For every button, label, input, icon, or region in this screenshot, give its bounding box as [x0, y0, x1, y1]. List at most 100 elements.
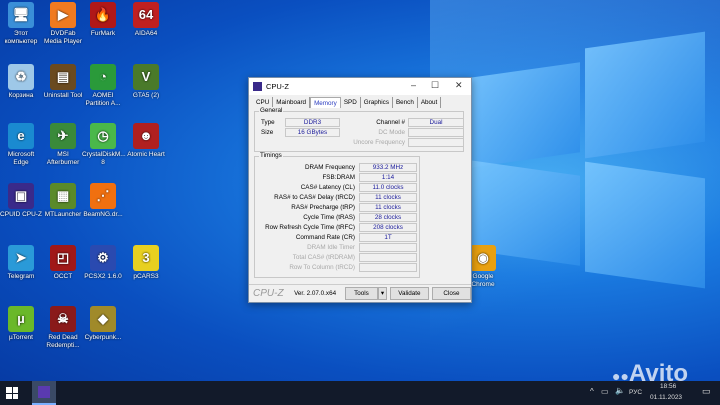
window-title: CPU-Z: [266, 82, 289, 91]
desktop-icon[interactable]: ▣ CPUID CPU-Z: [0, 183, 42, 219]
icon-label: Cyberpunk...: [84, 334, 122, 341]
icon-label: Этот компьютер: [4, 30, 38, 45]
windows-logo-pane: [585, 31, 705, 159]
clock-date[interactable]: 01.11.2023: [650, 394, 682, 401]
app-icon: ◆: [90, 306, 116, 332]
network-icon[interactable]: ▭: [601, 387, 609, 396]
size-label: Size: [261, 129, 274, 136]
dc-mode-label: DC Mode: [378, 129, 405, 136]
tab-memory[interactable]: Memory: [310, 97, 341, 108]
desktop-icon[interactable]: ▤ Uninstall Tool: [42, 64, 84, 100]
tab-spd[interactable]: SPD: [341, 97, 361, 108]
app-icon: 3: [133, 245, 159, 271]
app-icon: e: [8, 123, 34, 149]
timing-value: 208 clocks: [359, 223, 417, 232]
app-icon: ▤: [50, 64, 76, 90]
desktop-icon[interactable]: ⚙ PCSX2 1.6.0: [82, 245, 124, 281]
timing-label: RAS# to CAS# Delay (tRCD): [274, 194, 355, 201]
desktop-icon[interactable]: 🔥 FurMark: [82, 2, 124, 38]
desktop-icon[interactable]: ♻ Корзина: [0, 64, 42, 100]
desktop-icon[interactable]: V GTA5 (2): [125, 64, 167, 100]
volume-icon[interactable]: 🔈: [615, 386, 625, 395]
language-indicator[interactable]: РУС: [629, 389, 642, 396]
desktop-icon[interactable]: ✈ MSI Afterburner: [42, 123, 84, 167]
timing-value: 1:14: [359, 173, 417, 182]
app-icon: ⋰: [90, 183, 116, 209]
timing-row: FSB:DRAM 1:14: [257, 173, 417, 182]
icon-label: MSI Afterburner: [46, 151, 80, 166]
desktop-icon[interactable]: ☠ Red Dead Redempti...: [42, 306, 84, 350]
tools-dropdown-icon[interactable]: ▾: [378, 287, 387, 300]
timing-label: FSB:DRAM: [322, 174, 355, 181]
desktop-icon[interactable]: ▶ DVDFab Media Player: [42, 2, 84, 46]
timing-value: 11.0 clocks: [359, 183, 417, 192]
timing-row: DRAM Frequency 933.2 MHz: [257, 163, 417, 172]
timing-label: Row Refresh Cycle Time (tRFC): [265, 224, 355, 231]
taskbar-cpuz-button[interactable]: [32, 381, 56, 405]
app-icon: ◷: [90, 123, 116, 149]
minimize-icon[interactable]: –: [411, 80, 416, 90]
desktop-icon[interactable]: µ µTorrent: [0, 306, 42, 342]
icon-label: AIDA64: [134, 30, 158, 37]
desktop-icon[interactable]: 64 AIDA64: [125, 2, 167, 38]
app-icon: ◔: [90, 64, 116, 90]
app-icon: ✈: [50, 123, 76, 149]
timing-row: Cycle Time (tRAS) 28 clocks: [257, 213, 417, 222]
icon-label: µTorrent: [9, 334, 33, 341]
timing-label: DRAM Frequency: [304, 164, 355, 171]
title-bar[interactable]: CPU-Z – ☐ ✕: [249, 78, 471, 95]
timing-label: DRAM Idle Timer: [307, 244, 355, 251]
timing-row: CAS# Latency (CL) 11.0 clocks: [257, 183, 417, 192]
icon-label: PCSX2 1.6.0: [84, 273, 122, 280]
app-icon: ◰: [50, 245, 76, 271]
cpuz-logo-icon: [253, 82, 262, 91]
timings-group: Timings DRAM Frequency 933.2 MHz FSB:DRAM 1…: [254, 152, 420, 278]
tab-about[interactable]: About: [418, 97, 442, 108]
start-button[interactable]: [6, 387, 18, 399]
dc-mode-value: [408, 128, 464, 137]
tab-bench[interactable]: Bench: [393, 97, 418, 108]
timing-label: Cycle Time (tRAS): [303, 214, 355, 221]
close-icon[interactable]: ✕: [455, 80, 463, 91]
maximize-icon[interactable]: ☐: [431, 80, 439, 91]
tray-chevron-icon[interactable]: ^: [590, 387, 594, 396]
windows-logo-pane: [585, 161, 705, 289]
timing-row: DRAM Idle Timer: [257, 243, 417, 252]
desktop-icon[interactable]: ☻ Atomic Heart: [125, 123, 167, 159]
icon-label: GTA5 (2): [132, 92, 160, 99]
app-icon: V: [133, 64, 159, 90]
icon-label: BeamNG.dr...: [83, 211, 123, 218]
tab-graphics[interactable]: Graphics: [361, 97, 393, 108]
desktop-icon[interactable]: ◔ AOMEI Partition A...: [82, 64, 124, 108]
tools-button[interactable]: Tools: [344, 287, 379, 300]
version-label: Ver. 2.07.0.x64: [294, 290, 337, 297]
desktop-icon[interactable]: ◰ OCCT: [42, 245, 84, 281]
cpuz-icon: [38, 386, 50, 398]
app-icon: 🔥: [90, 2, 116, 28]
icon-label: Uninstall Tool: [43, 92, 83, 99]
app-icon: 🖥: [8, 2, 34, 28]
desktop-icon[interactable]: e Microsoft Edge: [0, 123, 42, 167]
desktop-icon[interactable]: ⋰ BeamNG.dr...: [82, 183, 124, 219]
icon-label: AOMEI Partition A...: [85, 92, 121, 107]
desktop-icon[interactable]: ➤ Telegram: [0, 245, 42, 281]
validate-button[interactable]: Validate: [389, 287, 429, 300]
timing-value: 11 clocks: [359, 203, 417, 212]
taskbar: ^ ▭ 🔈 РУС 18:56 01.11.2023 ▭: [0, 381, 720, 405]
close-button[interactable]: Close: [431, 287, 471, 300]
app-icon: ☠: [50, 306, 76, 332]
desktop-icon[interactable]: 🖥 Этот компьютер: [0, 2, 42, 46]
desktop-icon[interactable]: 3 pCARS3: [125, 245, 167, 281]
cpuz-window[interactable]: CPU-Z – ☐ ✕ CPU Mainboard Memory SPD Graphic…: [248, 77, 472, 303]
timings-label: Timings: [259, 152, 283, 159]
notifications-icon[interactable]: ▭: [702, 386, 711, 397]
timing-value: 11 clocks: [359, 193, 417, 202]
desktop-icon[interactable]: ▦ MTLauncher: [42, 183, 84, 219]
icon-label: OCCT: [53, 273, 73, 280]
desktop-icon[interactable]: ◷ CrystalDiskM... 8: [82, 123, 126, 167]
timing-value: 1T: [359, 233, 417, 242]
timing-value: [359, 253, 417, 262]
clock-time[interactable]: 18:56: [660, 383, 676, 390]
desktop-icon[interactable]: ◆ Cyberpunk...: [82, 306, 124, 342]
icon-label: Корзина: [8, 92, 34, 99]
